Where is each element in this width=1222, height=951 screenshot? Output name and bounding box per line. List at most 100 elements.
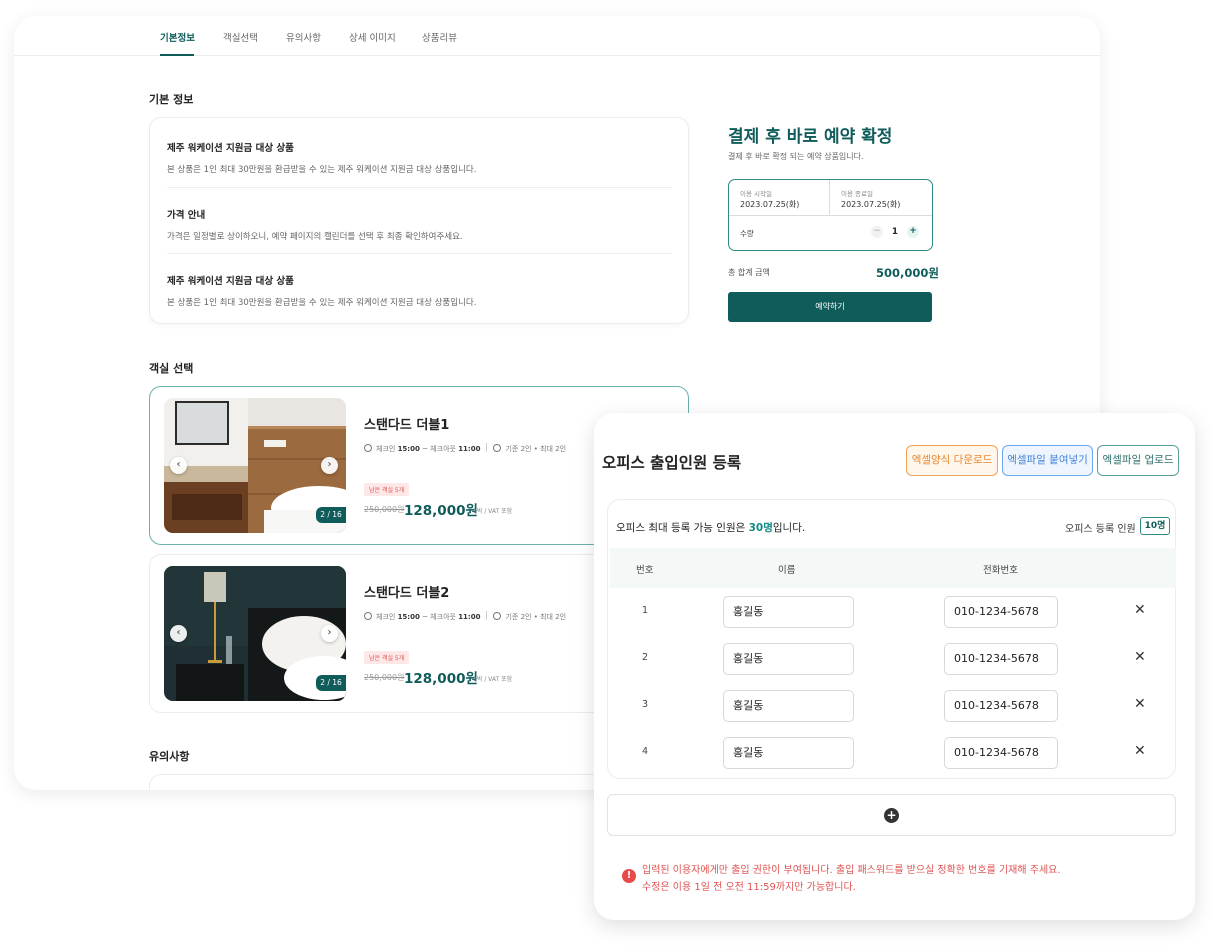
remaining-rooms-badge: 남은 객실 5개 xyxy=(364,651,410,664)
prev-image-button[interactable]: ‹ xyxy=(170,457,187,474)
next-image-button[interactable]: › xyxy=(321,457,338,474)
row-number: 3 xyxy=(642,699,649,710)
sale-price: 128,000원 xyxy=(404,503,478,519)
phone-input[interactable]: 010-1234-5678 xyxy=(944,643,1058,675)
checkin-time: 15:00 xyxy=(397,445,420,453)
checkin-time: 15:00 xyxy=(397,613,420,621)
warning-text-line1: 입력된 이용자에게만 출입 권한이 부여됩니다. 출입 패스워드를 받으실 정확… xyxy=(642,865,1061,876)
checkout-time: 11:00 xyxy=(458,613,481,621)
capacity-prefix: 오피스 최대 등록 가능 인원은 xyxy=(616,522,749,534)
original-price: 250,000원 xyxy=(364,505,405,514)
room-photo: ‹ › 2 / 16 xyxy=(164,398,346,533)
info-item: 제주 워케이션 지원금 대상 상품 본 상품은 1인 최대 30만원을 환급받을… xyxy=(167,140,672,175)
total-label: 총 합계 금액 xyxy=(728,268,770,277)
sale-price: 128,000원 xyxy=(404,671,478,687)
end-date-value: 2023.07.25(화) xyxy=(841,200,901,209)
tab-basic-info[interactable]: 기본정보 xyxy=(160,30,195,44)
person-icon xyxy=(493,444,502,452)
room-name: 스탠다드 더블2 xyxy=(364,586,450,601)
room-select-title: 객실 선택 xyxy=(149,362,194,375)
clock-icon xyxy=(364,612,372,620)
checkout-time: 11:00 xyxy=(458,445,481,453)
checkout-label: ~ 체크아웃 xyxy=(422,445,456,453)
booking-form: 이용 시작일 2023.07.25(화) 이용 종료일 2023.07.25(화… xyxy=(728,179,933,251)
row-number: 4 xyxy=(642,746,649,757)
clock-icon xyxy=(364,444,372,452)
warning-icon: ! xyxy=(622,869,636,883)
info-item-desc: 본 상품은 1인 최대 30만원을 환급받을 수 있는 제주 워케이션 지원금 … xyxy=(167,298,477,308)
tab-reviews[interactable]: 상품리뷰 xyxy=(422,30,457,44)
capacity-suffix: 입니다. xyxy=(772,522,806,534)
image-counter: 2 / 16 xyxy=(316,675,346,691)
delete-row-icon[interactable]: ✕ xyxy=(1134,743,1146,759)
capacity-text: 오피스 최대 등록 가능 인원은 30명입니다. xyxy=(616,520,805,535)
total-amount: 500,000원 xyxy=(876,266,939,280)
delete-row-icon[interactable]: ✕ xyxy=(1134,602,1146,618)
warning-text-line2: 수정은 이용 1일 전 오전 11:59까지만 가능합니다. xyxy=(642,882,856,893)
quantity-increase-button[interactable]: + xyxy=(907,226,919,238)
column-header-name: 이름 xyxy=(778,565,796,576)
checkout-label: ~ 체크아웃 xyxy=(422,613,456,621)
delete-row-icon[interactable]: ✕ xyxy=(1134,649,1146,665)
info-item-title: 제주 워케이션 지원금 대상 상품 xyxy=(167,143,294,154)
registrant-list: 오피스 최대 등록 가능 인원은 30명입니다. 오피스 등록 인원 10명 번… xyxy=(607,499,1176,779)
column-header-number: 번호 xyxy=(636,565,654,576)
row-number: 2 xyxy=(642,652,649,663)
guest-capacity: 기준 2인 • 최대 2인 xyxy=(505,613,567,621)
registered-count-label: 오피스 등록 인원 xyxy=(1065,524,1136,535)
tab-detail-images[interactable]: 상세 이미지 xyxy=(349,30,396,44)
quantity-value: 1 xyxy=(892,227,898,237)
start-date-value: 2023.07.25(화) xyxy=(740,200,800,209)
office-access-modal: 오피스 출입인원 등록 엑셀양식 다운로드 엑셀파일 붙여넣기 엑셀파일 업로드… xyxy=(594,413,1195,920)
next-image-button[interactable]: › xyxy=(321,625,338,642)
name-input[interactable]: 홍길동 xyxy=(723,643,854,675)
add-row-button[interactable]: + xyxy=(607,794,1176,836)
notice-title: 유의사항 xyxy=(149,750,190,763)
divider xyxy=(167,253,672,254)
booking-subtitle: 결제 후 바로 확정 되는 예약 상품입니다. xyxy=(728,152,864,161)
end-date-label: 이용 종료일 xyxy=(841,190,873,198)
room-photo: ‹ › 2 / 16 xyxy=(164,566,346,701)
row-number: 1 xyxy=(642,605,649,616)
column-header-phone: 전화번호 xyxy=(983,565,1018,576)
tab-room-select[interactable]: 객실선택 xyxy=(223,30,258,44)
phone-input[interactable]: 010-1234-5678 xyxy=(944,737,1058,769)
name-input[interactable]: 홍길동 xyxy=(723,690,854,722)
basic-info-box: 제주 워케이션 지원금 대상 상품 본 상품은 1인 최대 30만원을 환급받을… xyxy=(149,117,689,324)
tab-notice[interactable]: 유의사항 xyxy=(286,30,321,44)
excel-paste-button[interactable]: 엑셀파일 붙여넣기 xyxy=(1002,445,1093,476)
price-note: 1박 / VAT 포함 xyxy=(473,676,513,683)
phone-input[interactable]: 010-1234-5678 xyxy=(944,596,1058,628)
delete-row-icon[interactable]: ✕ xyxy=(1134,696,1146,712)
info-item-title: 가격 안내 xyxy=(167,210,206,221)
excel-upload-button[interactable]: 엑셀파일 업로드 xyxy=(1097,445,1179,476)
start-date-picker[interactable]: 이용 시작일 2023.07.25(화) xyxy=(729,180,830,216)
name-input[interactable]: 홍길동 xyxy=(723,596,854,628)
room-meta: 체크인 15:00 ~ 체크아웃 11:00 기준 2인 • 최대 2인 xyxy=(364,611,566,622)
modal-title: 오피스 출입인원 등록 xyxy=(602,454,742,472)
original-price: 250,000원 xyxy=(364,673,405,682)
prev-image-button[interactable]: ‹ xyxy=(170,625,187,642)
booking-title: 결제 후 바로 예약 확정 xyxy=(728,127,893,147)
info-item-desc: 본 상품은 1인 최대 30만원을 환급받을 수 있는 제주 워케이션 지원금 … xyxy=(167,165,477,175)
end-date-picker[interactable]: 이용 종료일 2023.07.25(화) xyxy=(830,180,932,216)
excel-template-download-button[interactable]: 엑셀양식 다운로드 xyxy=(906,445,998,476)
room-meta: 체크인 15:00 ~ 체크아웃 11:00 기준 2인 • 최대 2인 xyxy=(364,443,566,454)
table-row: 2 홍길동 010-1234-5678 ✕ xyxy=(608,635,1177,682)
room-name: 스탠다드 더블1 xyxy=(364,418,450,433)
plus-circle-icon: + xyxy=(884,808,899,823)
active-tab-indicator xyxy=(160,54,194,56)
info-item-desc: 가격은 일정별로 상이하오니, 예약 페이지의 캘린더를 선택 후 최종 확인하… xyxy=(167,232,463,242)
name-input[interactable]: 홍길동 xyxy=(723,737,854,769)
table-row: 3 홍길동 010-1234-5678 ✕ xyxy=(608,682,1177,729)
image-counter: 2 / 16 xyxy=(316,507,346,523)
capacity-value: 30명 xyxy=(748,522,773,534)
divider xyxy=(486,611,488,620)
phone-input[interactable]: 010-1234-5678 xyxy=(944,690,1058,722)
quantity-label: 수량 xyxy=(740,229,754,238)
quantity-decrease-button[interactable]: − xyxy=(871,226,883,238)
registered-count-badge: 10명 xyxy=(1140,517,1170,535)
info-item: 가격 안내 가격은 일정별로 상이하오니, 예약 페이지의 캘린더를 선택 후 … xyxy=(167,207,672,242)
checkin-label: 체크인 xyxy=(376,445,396,453)
reserve-button[interactable]: 예약하기 xyxy=(728,292,932,322)
